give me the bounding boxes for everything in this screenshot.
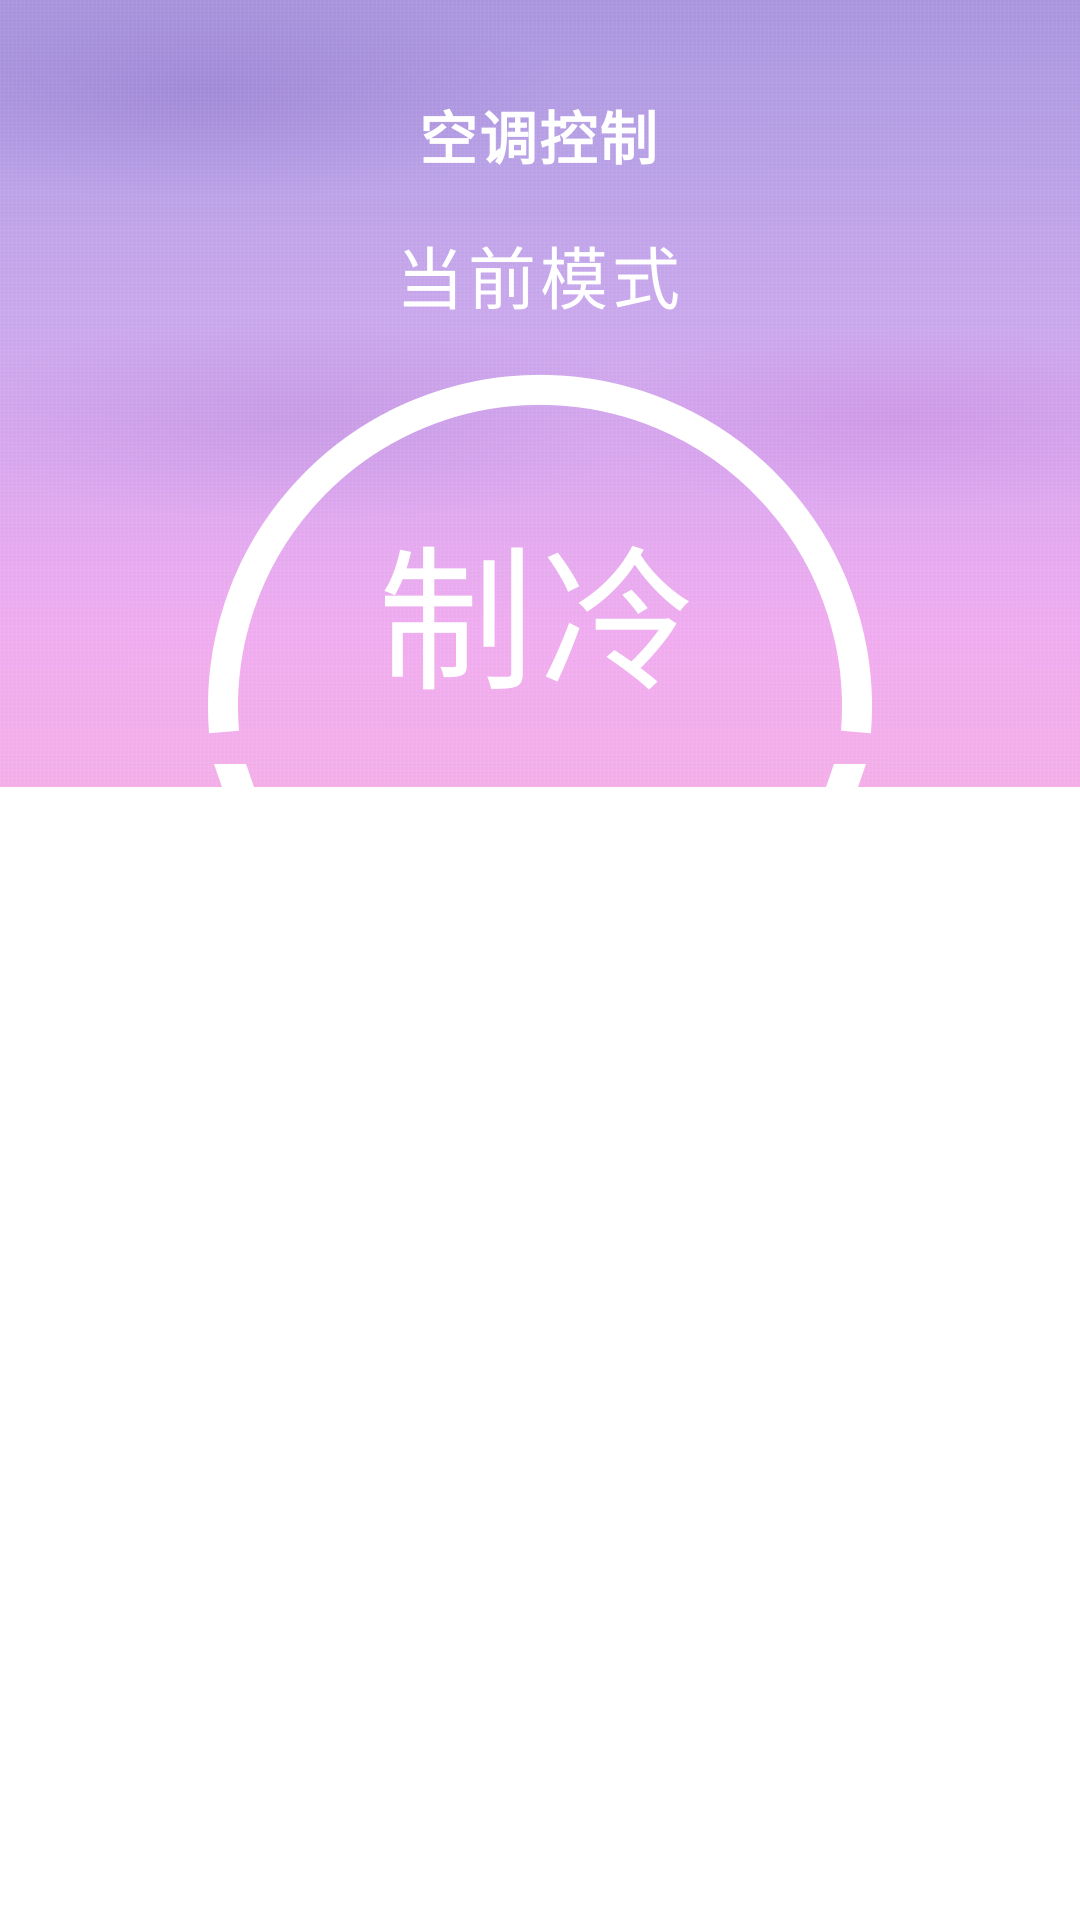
ring-segment-left [214, 764, 254, 787]
ring-segment-right [826, 764, 866, 787]
header-background: 空调控制 当前模式 制冷 [0, 0, 1080, 787]
current-mode-value: 制冷 [378, 532, 702, 714]
content-area [0, 787, 1080, 1920]
